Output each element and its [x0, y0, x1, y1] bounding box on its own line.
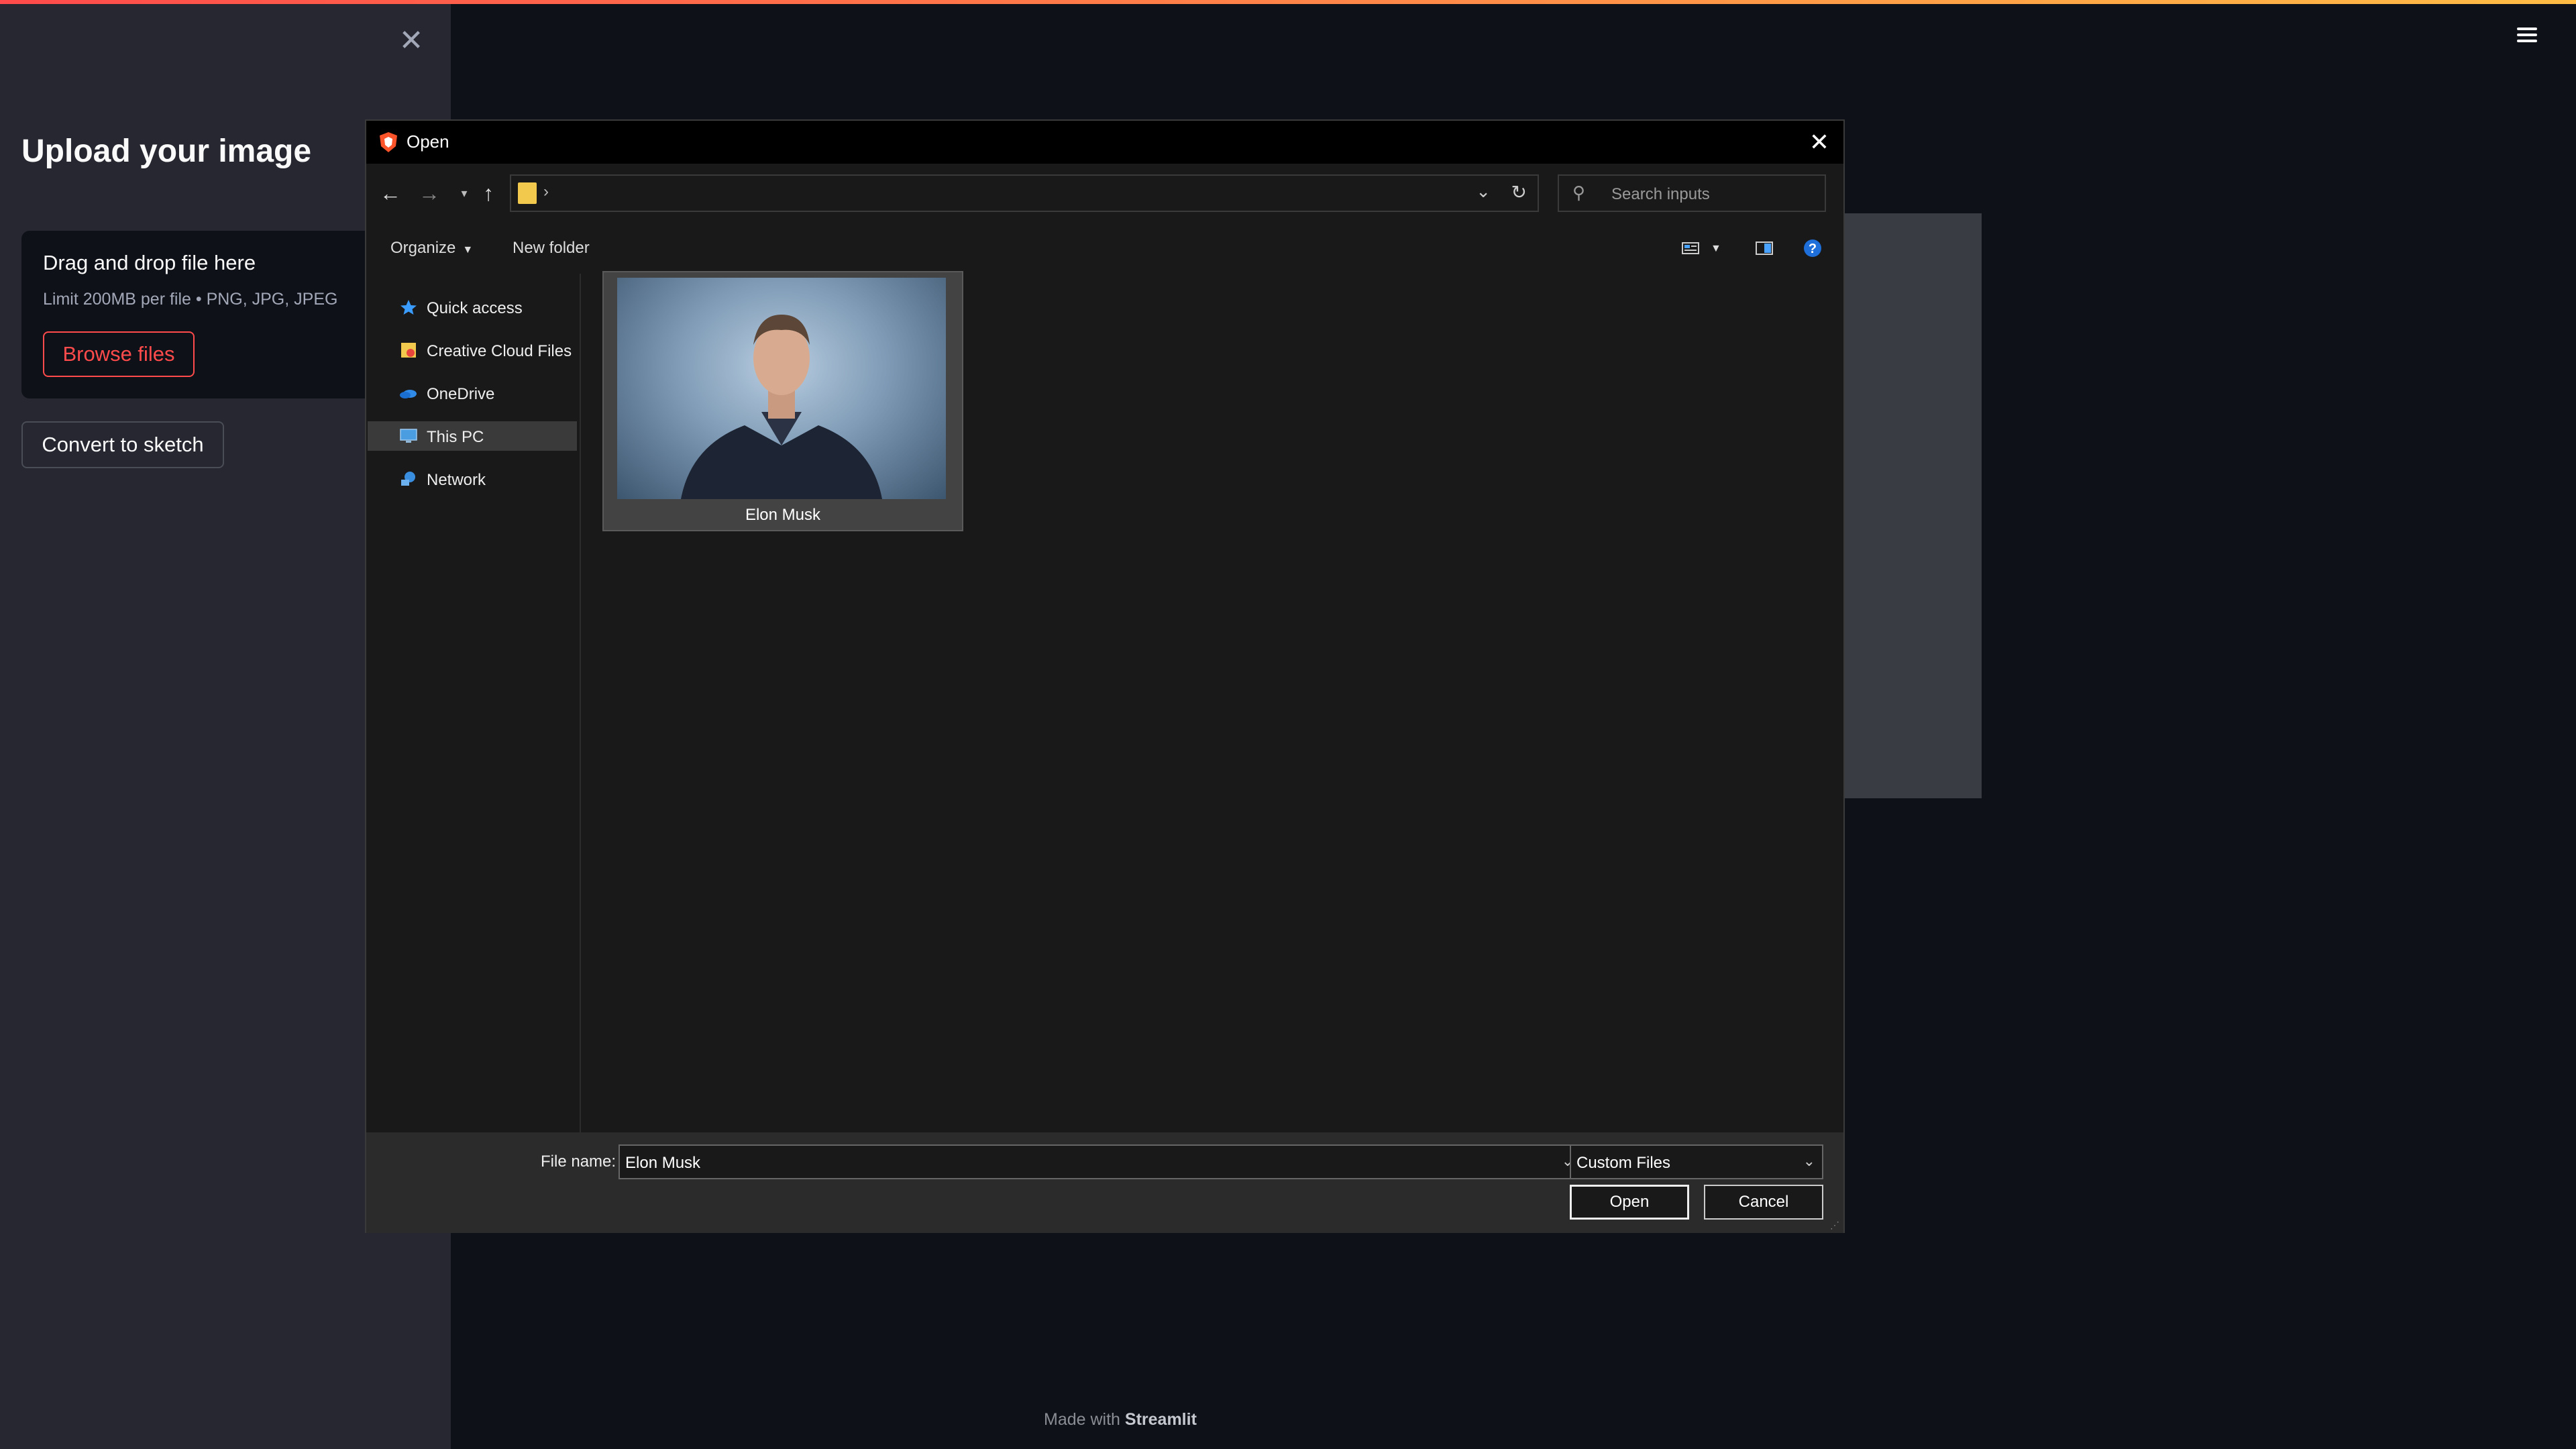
search-box[interactable]: ⚲ Search inputs [1558, 174, 1826, 212]
file-type-select[interactable]: Custom Files ⌄ [1570, 1144, 1823, 1179]
nav-item-quick-access[interactable]: Quick access [368, 292, 577, 322]
back-arrow-icon[interactable]: ← [377, 180, 404, 207]
organize-menu[interactable]: Organize ▼ [390, 239, 473, 258]
star-icon [400, 300, 417, 315]
nav-label: Network [427, 471, 486, 489]
dialog-title: Open [407, 131, 449, 152]
refresh-icon[interactable]: ↻ [1511, 181, 1527, 203]
sidebar-title: Upload your image [21, 133, 312, 169]
menu-icon[interactable] [2514, 24, 2540, 48]
dialog-titlebar: Open ✕ [366, 121, 1843, 164]
nav-label: Creative Cloud Files [427, 342, 572, 360]
file-thumbnail [617, 278, 946, 499]
uploader-title: Drag and drop file here [43, 251, 256, 274]
dialog-close-icon[interactable]: ✕ [1802, 125, 1837, 160]
svg-text:?: ? [1809, 241, 1817, 256]
preview-pane-icon[interactable] [1752, 236, 1776, 260]
creative-cloud-folder-icon [401, 343, 416, 358]
breadcrumb-chevron-icon: › [543, 182, 549, 201]
change-view-icon[interactable] [1678, 236, 1703, 260]
open-file-dialog: Open ✕ ← → ▾ ↑ › ⌄ ↻ ⚲ Search inputs Org… [365, 119, 1845, 1233]
portrait-image [681, 315, 882, 499]
new-folder-button[interactable]: New folder [513, 239, 590, 258]
command-bar: Organize ▼ New folder ▼ ? [366, 223, 1843, 274]
nav-label: Quick access [427, 299, 523, 317]
file-name-value: Elon Musk [625, 1154, 701, 1172]
nav-item-network[interactable]: Network [368, 464, 577, 494]
brave-shield-icon [380, 132, 397, 152]
convert-to-sketch-button[interactable]: Convert to sketch [21, 421, 224, 468]
nav-item-creative-cloud-files[interactable]: Creative Cloud Files [368, 335, 577, 365]
folder-icon [518, 182, 537, 204]
file-name: Elon Musk [745, 506, 821, 524]
organize-label: Organize [390, 239, 456, 257]
cloud-icon [400, 390, 417, 398]
file-item[interactable]: Elon Musk [602, 271, 963, 531]
search-icon: ⚲ [1572, 182, 1586, 203]
address-dropdown-icon[interactable]: ⌄ [1476, 181, 1491, 202]
recent-locations-chevron-icon[interactable]: ▾ [451, 180, 478, 207]
forward-arrow-icon[interactable]: → [416, 180, 443, 207]
dialog-footer: File name: Elon Musk ⌄ Custom Files ⌄ Op… [366, 1132, 1843, 1233]
footer-prefix: Made with [1044, 1410, 1120, 1429]
footer: Made with Streamlit [1044, 1410, 1197, 1430]
up-arrow-icon[interactable]: ↑ [475, 180, 502, 207]
streamlit-link[interactable]: Streamlit [1125, 1410, 1197, 1429]
main-content-panel [1843, 213, 1982, 798]
address-bar[interactable]: › ⌄ ↻ [510, 174, 1539, 212]
nav-label: This PC [427, 428, 484, 446]
nav-item-this-pc[interactable]: This PC [368, 421, 577, 451]
navigation-bar: ← → ▾ ↑ › ⌄ ↻ ⚲ Search inputs [366, 164, 1843, 223]
file-type-value: Custom Files [1576, 1154, 1671, 1172]
file-name-input[interactable]: Elon Musk ⌄ [619, 1144, 1582, 1179]
navigation-pane: Quick access Creative Cloud Files OneDri… [366, 274, 581, 1146]
help-icon[interactable]: ? [1801, 236, 1825, 260]
file-name-label: File name: [541, 1152, 616, 1171]
close-icon[interactable]: ✕ [394, 24, 428, 58]
network-icon [401, 472, 415, 486]
computer-icon [400, 429, 417, 443]
resize-grip-icon[interactable]: ⋰ [1830, 1220, 1841, 1230]
view-options-chevron-icon[interactable]: ▼ [1711, 243, 1721, 255]
nav-item-onedrive[interactable]: OneDrive [368, 378, 577, 408]
caret-down-icon: ▼ [462, 244, 474, 256]
cancel-button[interactable]: Cancel [1704, 1185, 1823, 1220]
chevron-down-icon[interactable]: ⌄ [1803, 1152, 1815, 1170]
uploader-limit: Limit 200MB per file • PNG, JPG, JPEG [43, 290, 338, 309]
search-placeholder: Search inputs [1611, 185, 1710, 203]
open-button[interactable]: Open [1570, 1185, 1689, 1220]
browse-files-button[interactable]: Browse files [43, 331, 195, 377]
nav-label: OneDrive [427, 385, 495, 403]
